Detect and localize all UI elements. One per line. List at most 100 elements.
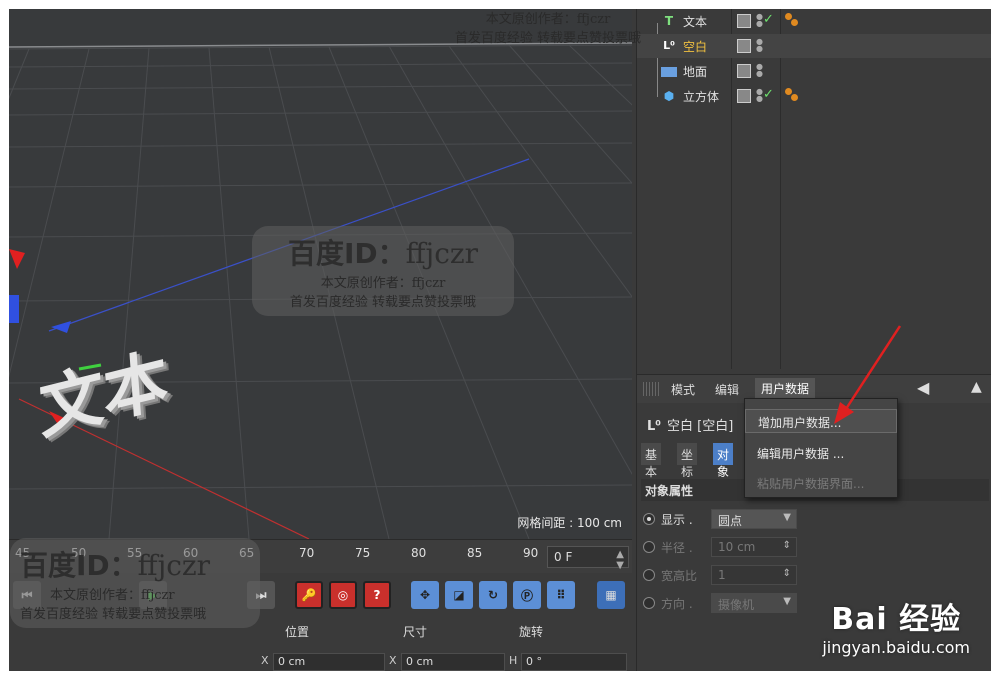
material-tag-icon[interactable] <box>785 88 801 104</box>
keyframe-radio[interactable] <box>643 597 655 609</box>
param-key-icon[interactable]: Ⓟ <box>513 581 541 609</box>
watermark-text: 本文原创作者：ffjczr <box>485 12 611 27</box>
visibility-dots-icon[interactable]: ● ● <box>756 38 763 53</box>
visibility-dots-icon[interactable]: ● ● <box>756 13 763 28</box>
paste-user-data-item[interactable]: 粘贴用户数据界面... <box>745 471 897 495</box>
axis-label: X <box>261 654 269 667</box>
radius-field[interactable]: 10 cm ⇕ <box>711 537 797 557</box>
stepper-icon[interactable]: ⇕ <box>783 568 791 579</box>
watermark-bottom: 百度ID：ffjczr 本文原创作者：ffjczr 首发百度经验 转载要点赞投票… <box>10 538 260 628</box>
rotate-key-icon[interactable]: ↻ <box>479 581 507 609</box>
attribute-object-title: L⁰ 空白 [空白] <box>647 415 733 434</box>
display-select[interactable]: 圆点 ▼ <box>711 509 797 529</box>
watermark-text: 本文原创作者：ffjczr <box>320 276 446 291</box>
move-key-icon[interactable]: ✥ <box>411 581 439 609</box>
menu-user-data[interactable]: 用户数据 <box>755 378 816 400</box>
baidu-jingyan-logo: Bai 经验 jingyan.baidu.com <box>822 594 970 657</box>
panel-grip-icon[interactable] <box>643 382 659 396</box>
null-object-icon: L⁰ <box>663 39 675 52</box>
menu-edit[interactable]: 编辑 <box>715 381 739 398</box>
size-x-field[interactable]: 0 cm <box>401 653 505 671</box>
layer-toggle[interactable] <box>737 14 751 28</box>
keyframe-radio[interactable] <box>643 541 655 553</box>
material-tag-icon[interactable] <box>785 13 801 29</box>
prop-label: 显示 . <box>661 513 693 527</box>
ruler-tick: 85 <box>467 546 483 560</box>
ruler-tick: 90 <box>523 546 539 560</box>
radius-value: 10 cm <box>718 540 756 554</box>
size-header: 尺寸 <box>403 625 428 639</box>
back-arrow-icon[interactable]: ◀ <box>917 378 929 397</box>
watermark-center: 百度ID：ffjczr 本文原创作者：ffjczr 首发百度经验 转载要点赞投票… <box>252 226 514 316</box>
watermark-title: 百度ID：ffjczr <box>262 232 504 272</box>
film-strip-icon[interactable]: ▦ <box>597 581 625 609</box>
object-name: 地面 <box>683 65 708 79</box>
display-value: 圆点 <box>718 514 743 528</box>
ruler-tick: 70 <box>299 546 315 560</box>
watermark-prefix: 百度ID： <box>20 549 138 582</box>
watermark-id: ffjczr <box>405 237 479 270</box>
prop-label: 宽高比 <box>661 569 698 583</box>
watermark-text: 本文原创作者：ffjczr <box>50 588 175 603</box>
record-key-button[interactable]: 🔑 <box>295 581 323 609</box>
prop-label: 方向 . <box>661 597 693 611</box>
text-object-icon: T <box>664 14 674 28</box>
stepper-icon[interactable]: ⇕ <box>783 540 791 551</box>
up-arrow-icon[interactable]: ▲ <box>971 379 982 395</box>
layer-toggle[interactable] <box>737 39 751 53</box>
object-name: 文本 <box>683 15 708 29</box>
object-name: 立方体 <box>683 90 720 104</box>
watermark-text: 首发百度经验 转载要点赞投票哦 <box>20 607 207 622</box>
keyframe-radio[interactable] <box>643 569 655 581</box>
layer-toggle[interactable] <box>737 89 751 103</box>
key-help-button[interactable]: ? <box>363 581 391 609</box>
watermark-text: 首发百度经验 转载要点赞投票哦 <box>454 31 642 46</box>
position-header: 位置 <box>285 625 310 639</box>
scale-key-icon[interactable]: ◪ <box>445 581 473 609</box>
enabled-check-icon[interactable]: ✓ <box>763 12 774 27</box>
brand-logo-text: Bai 经验 <box>831 602 962 637</box>
keyframe-radio[interactable] <box>643 513 655 525</box>
coordinates-panel: 位置 尺寸 旋转 X 0 cm X 0 cm H 0 ° <box>257 619 632 671</box>
grid-spacing-label: 网格间距 : 100 cm <box>517 516 622 530</box>
auto-key-button[interactable]: ◎ <box>329 581 357 609</box>
object-name: 空白 <box>683 40 708 54</box>
stepper-arrows-icon[interactable]: ▲ ▼ <box>616 549 624 571</box>
cube-object-icon: ⬢ <box>663 89 675 103</box>
rotation-h-field[interactable]: 0 ° <box>521 653 627 671</box>
rotation-header: 旋转 <box>519 625 544 639</box>
ruler-tick: 80 <box>411 546 427 560</box>
axis-label: H <box>509 654 518 667</box>
aspect-field[interactable]: 1 ⇕ <box>711 565 797 585</box>
object-row-null[interactable]: L⁰ 空白 ● ● <box>637 34 991 58</box>
visibility-dots-icon[interactable]: ● ● <box>756 63 763 78</box>
orientation-select[interactable]: 摄像机 ▼ <box>711 593 797 613</box>
enabled-check-icon[interactable]: ✓ <box>763 87 774 102</box>
edit-user-data-item[interactable]: 编辑用户数据 ... <box>745 441 897 465</box>
tab-coord[interactable]: 坐标 <box>677 443 698 479</box>
object-title-text: 空白 [空白] <box>666 419 734 434</box>
null-object-icon: L⁰ <box>647 419 661 434</box>
object-row-floor[interactable]: 地面 ● ● <box>637 59 991 83</box>
watermark-title: 百度ID：ffjczr <box>20 544 250 584</box>
tab-object[interactable]: 对象 <box>713 443 734 479</box>
watermark-text: 首发百度经验 转载要点赞投票哦 <box>289 295 477 310</box>
object-row-cube[interactable]: ⬢ 立方体 ● ● ✓ <box>637 84 991 108</box>
position-x-field[interactable]: 0 cm <box>273 653 385 671</box>
watermark-id: ffjczr <box>137 549 211 582</box>
prop-radius: 半径 . 10 cm ⇕ <box>643 537 983 559</box>
point-key-icon[interactable]: ⠿ <box>547 581 575 609</box>
prop-display: 显示 . 圆点 ▼ <box>643 509 983 531</box>
layer-toggle[interactable] <box>737 64 751 78</box>
menu-mode[interactable]: 模式 <box>671 381 695 398</box>
current-frame-field[interactable]: 0 F ▲ ▼ <box>547 546 629 571</box>
visibility-dots-icon[interactable]: ● ● <box>756 88 763 103</box>
tab-basic[interactable]: 基本 <box>641 443 662 479</box>
current-frame-value: 0 F <box>554 550 573 564</box>
object-row-text[interactable]: T 文本 ● ● ✓ <box>637 9 991 33</box>
chevron-down-icon: ▼ <box>783 596 791 607</box>
object-manager: T 文本 ● ● ✓ L⁰ 空白 ● ● 地面 ● ● ⬢ 立方体 ● ● ✓ <box>637 9 991 369</box>
aspect-value: 1 <box>718 568 726 582</box>
ruler-tick: 75 <box>355 546 371 560</box>
watermark-top: 本文原创作者：ffjczr 首发百度经验 转载要点赞投票哦 <box>448 8 648 46</box>
